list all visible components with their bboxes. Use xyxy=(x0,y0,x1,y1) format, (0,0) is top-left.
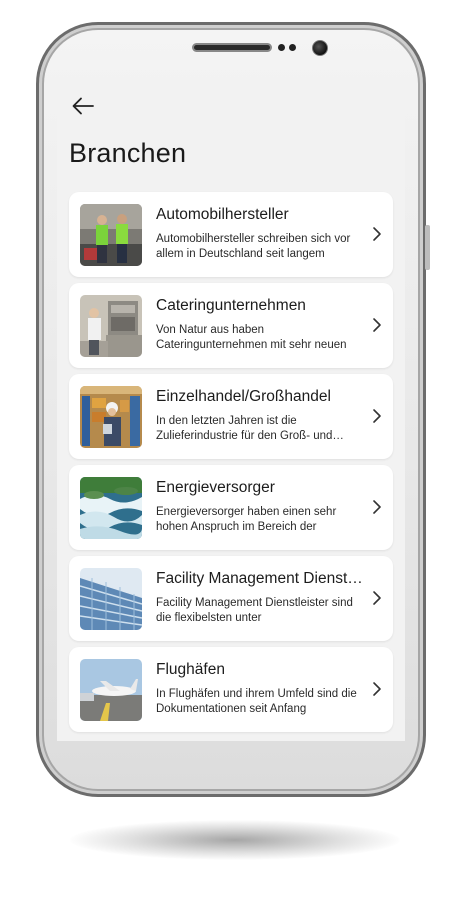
chevron-right-icon xyxy=(373,591,381,605)
page-title: Branchen xyxy=(69,138,187,168)
phone-shadow xyxy=(70,820,400,860)
item-description: In den letzten Jahren ist die Zulieferin… xyxy=(156,415,333,442)
item-description: Energieversorger haben einen sehr hohen … xyxy=(156,506,337,533)
phone-camera xyxy=(312,40,328,56)
item-title: Automobilhersteller xyxy=(156,206,289,223)
item-description: In Flughäfen und ihrem Umfeld sind die D… xyxy=(156,688,357,715)
chevron-right-icon xyxy=(373,409,381,423)
back-button[interactable] xyxy=(69,94,97,118)
list-item[interactable]: Facility Management Dienstleister Facili… xyxy=(69,556,393,641)
arrow-left-icon xyxy=(72,97,94,115)
chevron-right-icon xyxy=(373,682,381,696)
phone-sensor xyxy=(278,44,285,51)
app-screen: Branchen Automobilhersteller Automobilhe… xyxy=(57,86,405,741)
warehouse-thumbnail xyxy=(80,386,142,448)
item-title: Facility Management Dienstleister xyxy=(156,570,364,587)
kitchen-thumbnail xyxy=(80,295,142,357)
chevron-right-icon xyxy=(373,500,381,514)
item-description: Facility Management Dienstleister sind d… xyxy=(156,597,353,624)
building-thumbnail xyxy=(80,568,142,630)
item-title: Flughäfen xyxy=(156,661,225,678)
phone-sensor xyxy=(289,44,296,51)
phone-speaker xyxy=(192,43,272,52)
list-item[interactable]: Flughäfen In Flughäfen und ihrem Umfeld … xyxy=(69,647,393,732)
list-item[interactable]: Energieversorger Energieversorger haben … xyxy=(69,465,393,550)
item-description: Von Natur aus haben Cateringunternehmen … xyxy=(156,324,347,351)
airport-thumbnail xyxy=(80,659,142,721)
list-item[interactable]: Cateringunternehmen Von Natur aus haben … xyxy=(69,283,393,368)
water-thumbnail xyxy=(80,477,142,539)
item-title: Energieversorger xyxy=(156,479,275,496)
item-title: Einzelhandel/Großhandel xyxy=(156,388,331,405)
chevron-right-icon xyxy=(373,227,381,241)
list-item[interactable]: Einzelhandel/Großhandel In den letzten J… xyxy=(69,374,393,459)
phone-side-button xyxy=(425,225,430,270)
workers-thumbnail xyxy=(80,204,142,266)
chevron-right-icon xyxy=(373,318,381,332)
item-description: Automobilhersteller schreiben sich vor a… xyxy=(156,233,351,260)
item-title: Cateringunternehmen xyxy=(156,297,306,314)
list-item[interactable]: Automobilhersteller Automobilhersteller … xyxy=(69,192,393,277)
